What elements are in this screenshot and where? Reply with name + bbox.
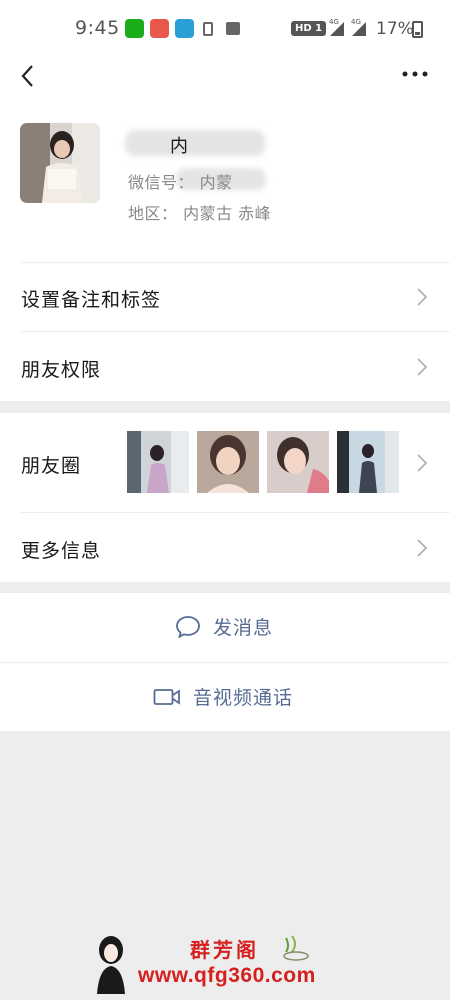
more-info-label: 更多信息	[21, 540, 102, 562]
moment-photo-1	[127, 431, 189, 493]
chat-bubble-icon	[176, 615, 200, 638]
chevron-right-icon	[417, 454, 428, 472]
watermark-title: 群芳阁	[190, 938, 259, 962]
moments-label: 朋友圈	[21, 455, 82, 477]
wechat-app-icon	[125, 19, 144, 38]
status-bar: 9:45 HD 1 4G 4G 17%	[0, 0, 450, 50]
send-message-label: 发消息	[213, 617, 274, 639]
chevron-right-icon	[417, 288, 428, 306]
wechat-id: 微信号： 内蒙	[128, 173, 233, 192]
watermark-logo-figure	[97, 936, 125, 994]
remark-tags-label: 设置备注和标签	[21, 289, 162, 311]
video-call-label: 音视频通话	[193, 687, 294, 709]
video-camera-icon	[153, 688, 180, 705]
signal-icon	[330, 22, 344, 36]
friend-permissions-cell[interactable]: 朋友权限	[0, 331, 450, 401]
moment-photo-4	[337, 431, 399, 493]
remark-tags-cell[interactable]: 设置备注和标签	[0, 262, 450, 331]
profile-card: 内 微信号： 内蒙 地区： 内蒙古 赤峰	[0, 102, 450, 262]
region: 地区： 内蒙古 赤峰	[128, 204, 272, 223]
nav-bar	[0, 50, 450, 102]
signal-icon	[352, 22, 366, 36]
avatar[interactable]	[20, 123, 100, 203]
watermark-url: www.qfg360.com	[138, 964, 316, 987]
status-time: 9:45	[75, 17, 120, 39]
chevron-right-icon	[417, 539, 428, 557]
hd-badge: HD 1	[291, 21, 327, 36]
send-message-button[interactable]: 发消息	[0, 593, 450, 662]
moments-cell[interactable]: 朋友圈	[0, 413, 450, 512]
game-app-icon	[150, 19, 169, 38]
battery-percent: 17%	[376, 19, 414, 39]
watermark: 群芳阁 www.qfg360.com	[90, 930, 370, 996]
friend-permissions-label: 朋友权限	[21, 359, 102, 381]
moment-photo-2	[197, 431, 259, 493]
profile-name: 内	[170, 136, 188, 157]
divider	[20, 512, 450, 513]
moment-photo-3	[267, 431, 329, 493]
video-call-button[interactable]: 音视频通话	[0, 662, 450, 731]
watermark-tea-icon	[283, 935, 309, 961]
wifi-app-icon	[175, 19, 194, 38]
sim-icon	[203, 22, 213, 36]
redacted-name	[125, 130, 265, 156]
chevron-right-icon	[417, 358, 428, 376]
back-icon[interactable]	[20, 64, 40, 88]
battery-icon	[412, 21, 423, 38]
divider	[20, 331, 450, 332]
more-info-cell[interactable]: 更多信息	[0, 512, 450, 582]
image-icon	[226, 22, 240, 35]
divider	[20, 262, 450, 263]
more-icon[interactable]	[400, 68, 430, 80]
